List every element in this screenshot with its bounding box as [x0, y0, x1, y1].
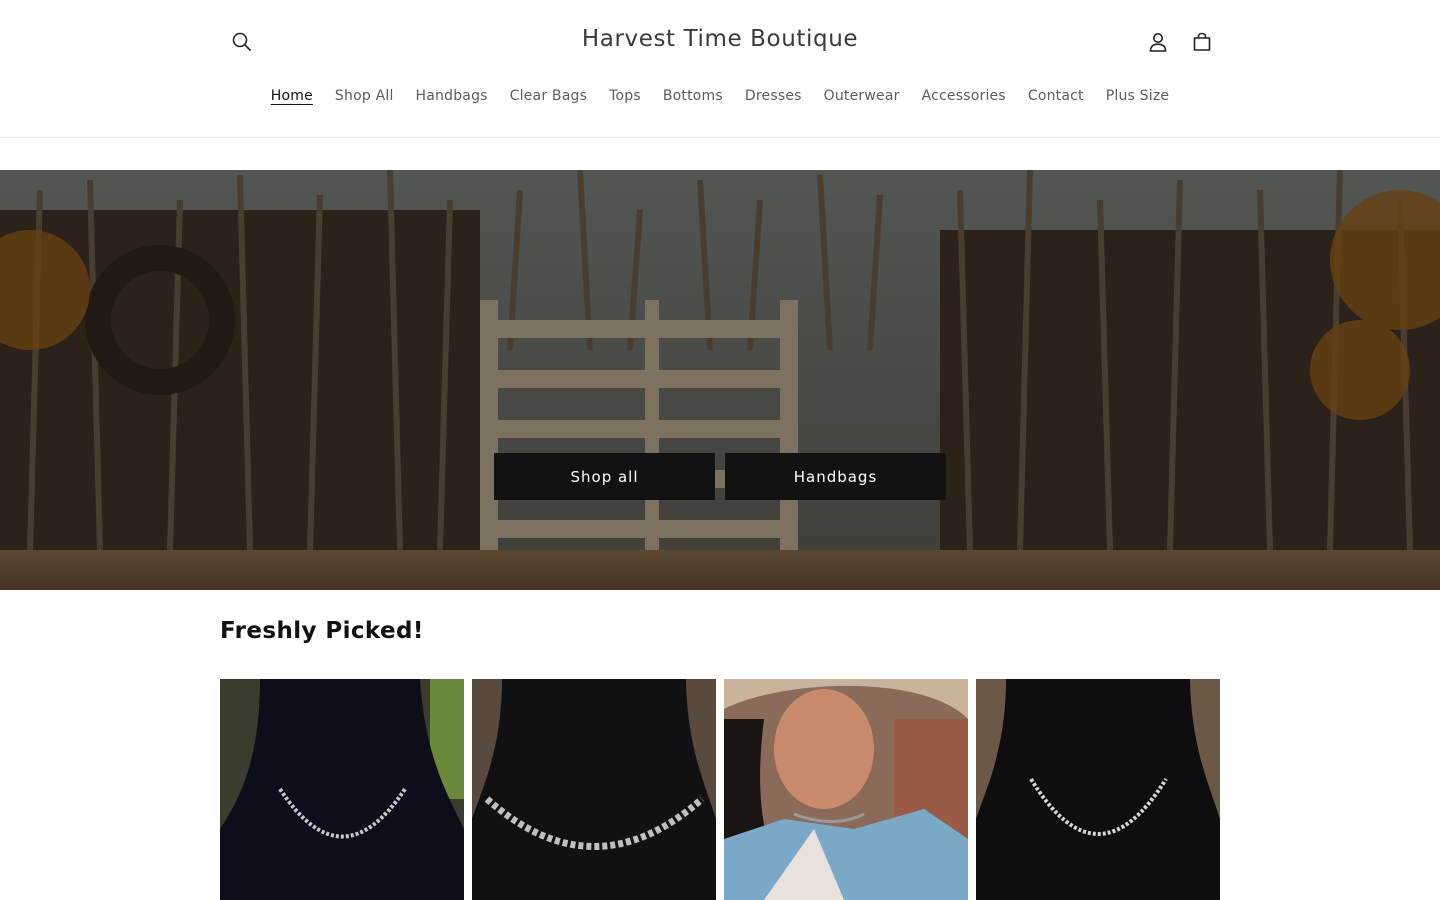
nav-item-dresses[interactable]: Dresses: [734, 86, 813, 106]
cart-icon[interactable]: [1180, 20, 1224, 64]
nav-item-plus-size[interactable]: Plus Size: [1095, 86, 1181, 106]
featured-title: Freshly Picked!: [220, 618, 424, 644]
nav-item-bottoms[interactable]: Bottoms: [652, 86, 734, 106]
nav-item-shop-all[interactable]: Shop All: [324, 86, 405, 106]
search-icon[interactable]: [220, 20, 264, 64]
hero-overlay: [0, 170, 1440, 590]
shop-all-button[interactable]: Shop all: [494, 453, 715, 500]
account-icon[interactable]: [1136, 20, 1180, 64]
site-header: Harvest Time Boutique Home Shop All Hand…: [0, 0, 1440, 138]
product-card[interactable]: [220, 679, 464, 900]
nav-item-contact[interactable]: Contact: [1017, 86, 1095, 106]
product-card[interactable]: [724, 679, 968, 900]
nav-item-tops[interactable]: Tops: [598, 86, 652, 106]
nav-item-accessories[interactable]: Accessories: [911, 86, 1017, 106]
product-image: [220, 679, 464, 900]
hero-buttons: Shop all Handbags: [0, 453, 1440, 500]
hero-banner: Shop all Handbags: [0, 170, 1440, 590]
product-image: [472, 679, 716, 900]
nav-item-outerwear[interactable]: Outerwear: [813, 86, 911, 106]
nav-item-home[interactable]: Home: [260, 86, 324, 106]
nav-item-clear-bags[interactable]: Clear Bags: [499, 86, 598, 106]
nav-item-handbags[interactable]: Handbags: [405, 86, 499, 106]
product-image: [724, 679, 968, 900]
product-grid: [220, 679, 1220, 900]
product-image: [976, 679, 1220, 900]
handbags-button[interactable]: Handbags: [725, 453, 946, 500]
main-nav: Home Shop All Handbags Clear Bags Tops B…: [0, 86, 1440, 106]
product-card[interactable]: [472, 679, 716, 900]
site-logo[interactable]: Harvest Time Boutique: [470, 26, 970, 60]
product-card[interactable]: [976, 679, 1220, 900]
